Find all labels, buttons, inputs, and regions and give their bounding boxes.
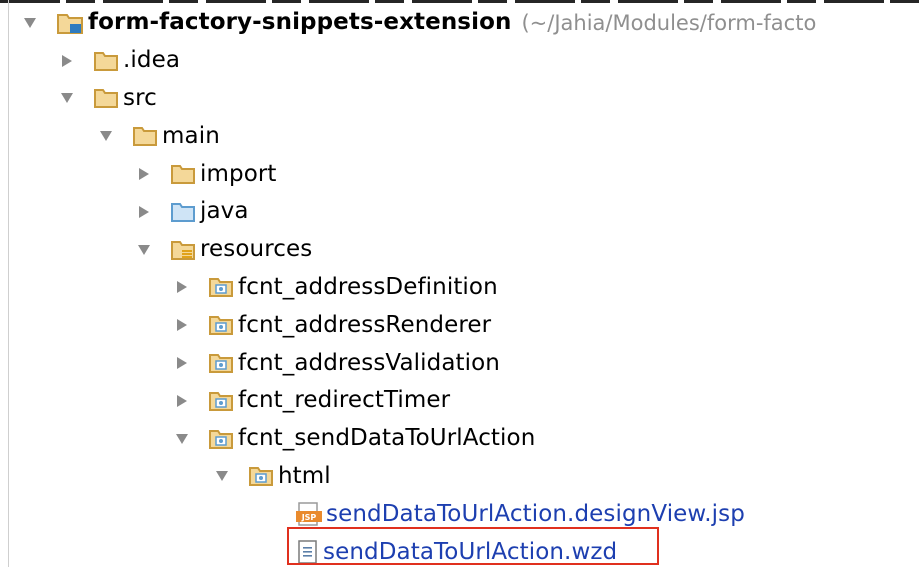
tree-row-root[interactable]: form-factory-snippets-extension (~/Jahia…: [0, 4, 920, 42]
tree-label-html: html: [278, 462, 331, 489]
tree-label-address-renderer: fcnt_addressRenderer: [238, 311, 492, 338]
tree-label-resources: resources: [200, 236, 313, 263]
tree-row-java[interactable]: java: [0, 193, 920, 231]
triangle-down-icon[interactable]: [172, 429, 192, 449]
tree-label-wzd-file: sendDataToUrlAction.wzd: [323, 538, 618, 565]
tree-label-root: form-factory-snippets-extension: [88, 9, 512, 36]
package-folder-icon: [208, 314, 234, 336]
tree-row-resources[interactable]: resources: [0, 231, 920, 269]
tree-row-idea[interactable]: .idea: [0, 42, 920, 80]
jsp-badge-text: JSP: [301, 513, 317, 522]
tree-label-src: src: [123, 84, 157, 111]
project-tree: form-factory-snippets-extension (~/Jahia…: [0, 4, 920, 571]
tree-label-jsp-file: sendDataToUrlAction.designView.jsp: [326, 500, 745, 527]
tree-label-send-data: fcnt_sendDataToUrlAction: [238, 425, 536, 452]
package-folder-icon: [248, 465, 274, 487]
tree-label-java: java: [200, 198, 249, 225]
tree-row-main[interactable]: main: [0, 117, 920, 155]
folder-icon: [93, 50, 119, 72]
tree-label-address-validation: fcnt_addressValidation: [238, 349, 500, 376]
triangle-right-icon[interactable]: [134, 164, 154, 184]
root-path: (~/Jahia/Modules/form-facto: [521, 10, 817, 35]
triangle-right-icon[interactable]: [172, 391, 192, 411]
triangle-down-icon[interactable]: [212, 466, 232, 486]
tree-label-redirect-timer: fcnt_redirectTimer: [238, 387, 451, 414]
triangle-right-icon[interactable]: [172, 315, 192, 335]
module-folder-icon: [56, 11, 84, 35]
triangle-down-icon[interactable]: [134, 240, 154, 260]
triangle-right-icon[interactable]: [57, 51, 77, 71]
triangle-right-icon[interactable]: [134, 202, 154, 222]
tree-row-address-renderer[interactable]: fcnt_addressRenderer: [0, 306, 920, 344]
package-folder-icon: [208, 428, 234, 450]
tree-label-idea: .idea: [123, 47, 181, 74]
tree-row-src[interactable]: src: [0, 80, 920, 118]
jsp-file-icon: JSP: [296, 502, 322, 526]
folder-icon: [132, 125, 158, 147]
source-folder-icon: [170, 201, 196, 223]
tree-row-redirect-timer[interactable]: fcnt_redirectTimer: [0, 382, 920, 420]
tree-row-jsp-file[interactable]: JSP sendDataToUrlAction.designView.jsp: [0, 495, 920, 533]
tree-label-main: main: [162, 122, 220, 149]
tree-label-import: import: [200, 160, 277, 187]
package-folder-icon: [208, 352, 234, 374]
tree-row-send-data[interactable]: fcnt_sendDataToUrlAction: [0, 420, 920, 458]
top-strip: [0, 0, 920, 3]
resources-folder-icon: [170, 239, 196, 261]
tree-row-html[interactable]: html: [0, 458, 920, 496]
triangle-down-icon[interactable]: [96, 126, 116, 146]
triangle-down-icon[interactable]: [20, 13, 40, 33]
tree-label-address-definition: fcnt_addressDefinition: [238, 273, 498, 300]
tree-row-wzd-file[interactable]: sendDataToUrlAction.wzd: [0, 533, 920, 571]
triangle-right-icon[interactable]: [172, 353, 192, 373]
triangle-down-icon[interactable]: [57, 88, 77, 108]
text-file-icon: [297, 540, 319, 564]
tree-row-address-validation[interactable]: fcnt_addressValidation: [0, 344, 920, 382]
tree-row-import[interactable]: import: [0, 155, 920, 193]
package-folder-icon: [208, 276, 234, 298]
triangle-right-icon[interactable]: [172, 277, 192, 297]
package-folder-icon: [208, 390, 234, 412]
tree-row-address-definition[interactable]: fcnt_addressDefinition: [0, 269, 920, 307]
folder-icon: [170, 163, 196, 185]
folder-icon: [93, 87, 119, 109]
